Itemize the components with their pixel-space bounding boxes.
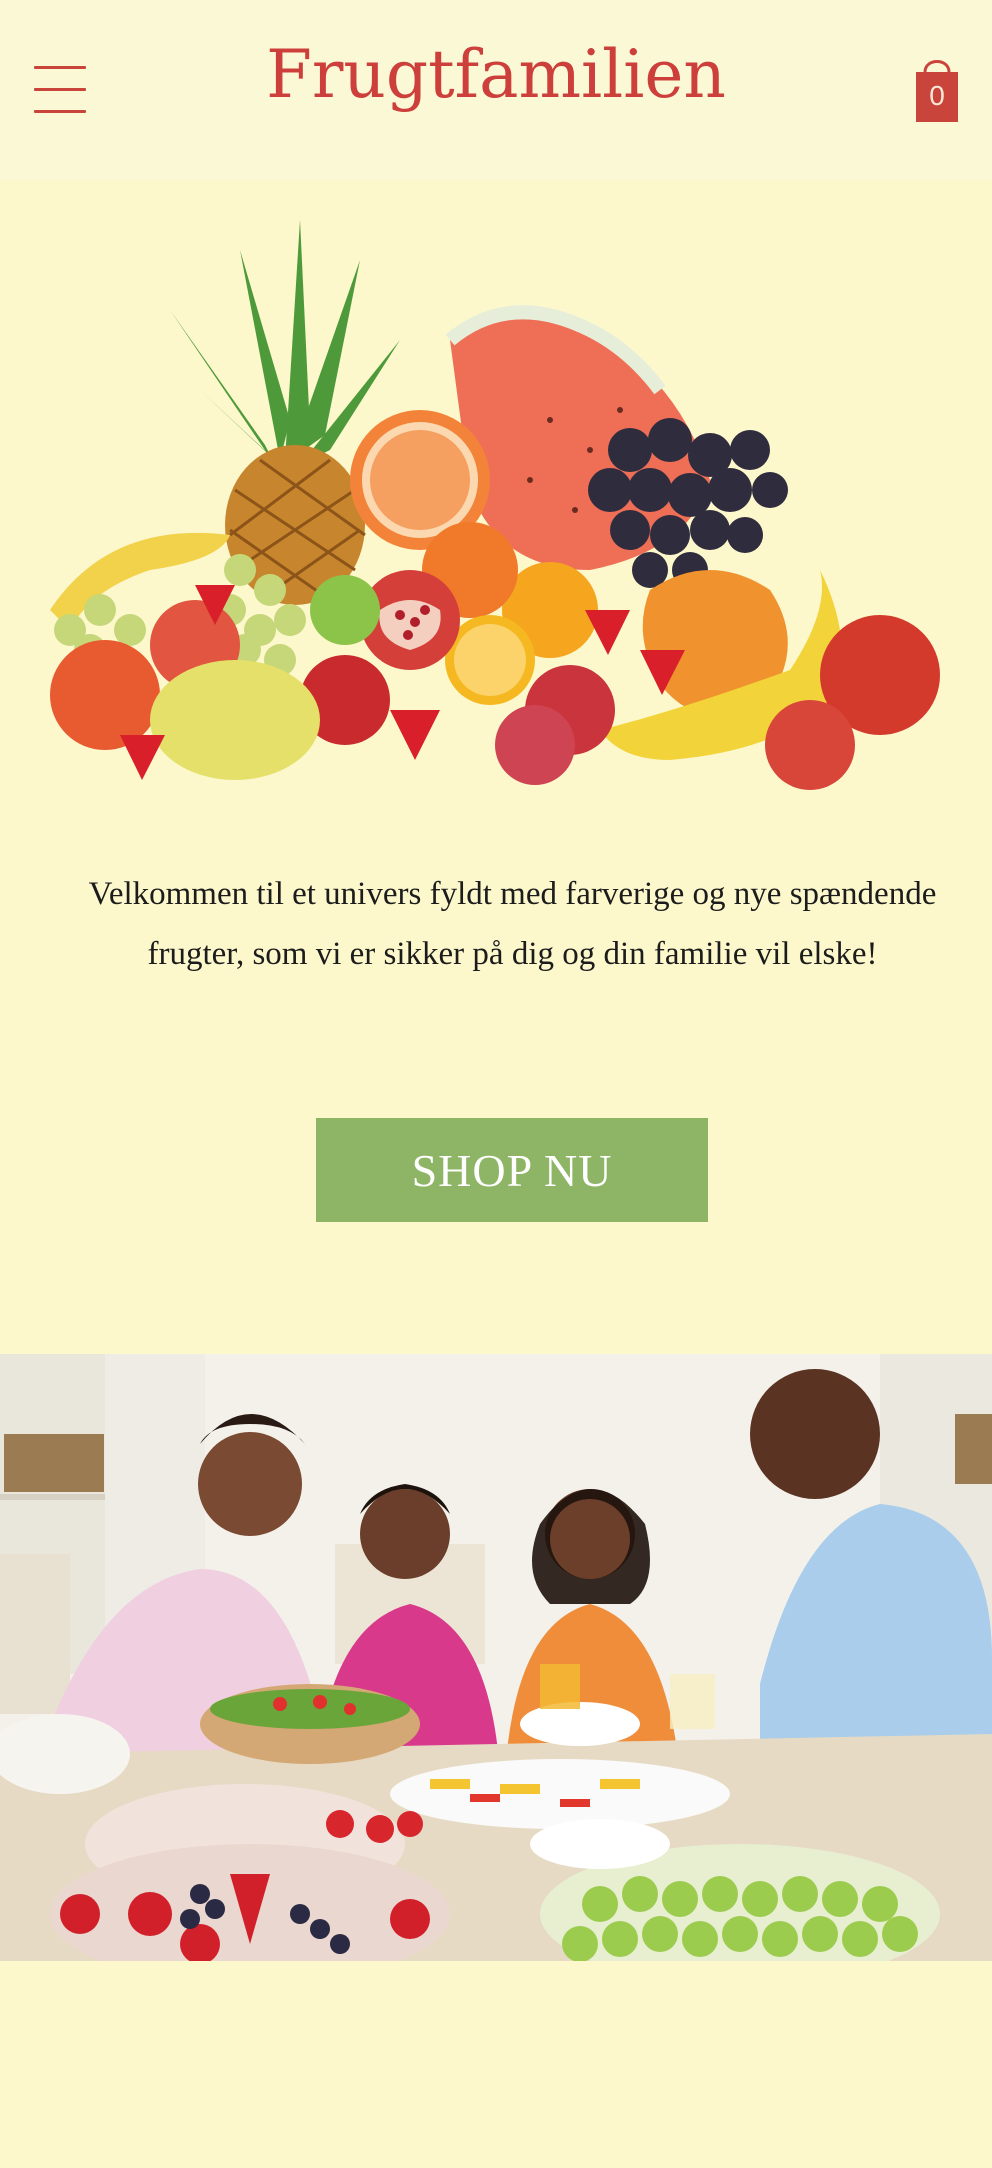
cart-button[interactable]: 0 bbox=[914, 52, 960, 124]
brand-logo[interactable]: Frugtfamilien bbox=[0, 42, 992, 108]
shop-now-button[interactable]: SHOP NU bbox=[316, 1118, 708, 1222]
family-dinner-image bbox=[0, 1354, 992, 1961]
welcome-text: Velkommen til et univers fyldt med farve… bbox=[88, 876, 937, 972]
site-header: Frugtfamilien 0 bbox=[0, 0, 992, 180]
hero-fruit-image bbox=[50, 220, 940, 790]
cart-count: 0 bbox=[929, 80, 945, 111]
